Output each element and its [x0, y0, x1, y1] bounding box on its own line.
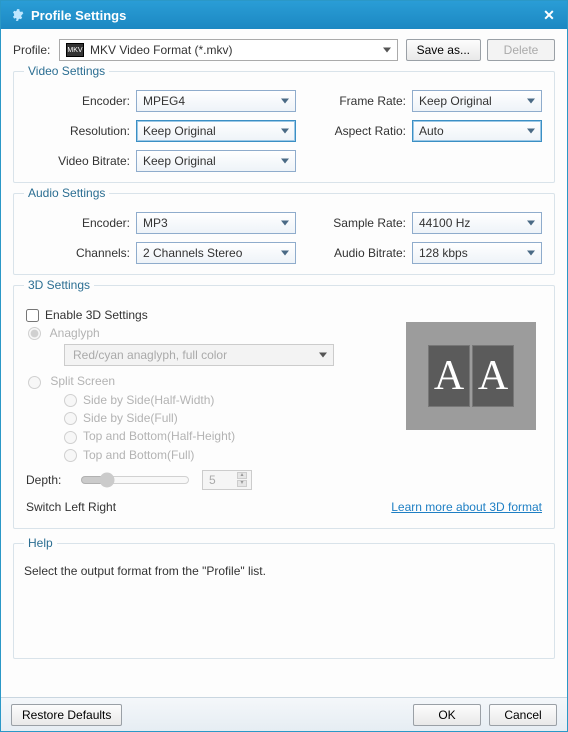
chevron-down-icon — [281, 159, 289, 164]
3d-settings-legend: 3D Settings — [24, 278, 94, 292]
help-group: Help Select the output format from the "… — [13, 543, 555, 659]
frame-rate-select[interactable]: Keep Original — [412, 90, 542, 112]
3d-settings-group: 3D Settings A A Enable 3D Settings Anagl… — [13, 285, 555, 529]
anaglyph-radio-input — [28, 327, 41, 340]
chevron-down-icon — [383, 48, 391, 53]
chevron-down-icon — [527, 221, 535, 226]
audio-settings-legend: Audio Settings — [24, 186, 109, 200]
video-encoder-select[interactable]: MPEG4 — [136, 90, 296, 112]
video-bitrate-select[interactable]: Keep Original — [136, 150, 296, 172]
footer: Restore Defaults OK Cancel — [1, 697, 567, 731]
enable-3d-checkbox[interactable]: Enable 3D Settings — [26, 308, 542, 322]
audio-bitrate-select[interactable]: 128 kbps — [412, 242, 542, 264]
sample-rate-select[interactable]: 44100 Hz — [412, 212, 542, 234]
chevron-down-icon — [527, 129, 535, 134]
close-button[interactable]: ✕ — [539, 5, 559, 25]
video-encoder-label: Encoder: — [26, 94, 136, 108]
settings-icon — [9, 7, 25, 23]
chevron-down-icon — [281, 221, 289, 226]
restore-defaults-button[interactable]: Restore Defaults — [11, 704, 122, 726]
video-settings-legend: Video Settings — [24, 64, 109, 78]
preview-left-glyph: A — [428, 345, 470, 407]
frame-rate-label: Frame Rate: — [312, 94, 412, 108]
save-as-button[interactable]: Save as... — [406, 39, 481, 61]
chevron-down-icon — [319, 353, 327, 358]
tab-half-radio: Top and Bottom(Half-Height) — [64, 429, 542, 443]
sample-rate-label: Sample Rate: — [312, 216, 412, 230]
channels-select[interactable]: 2 Channels Stereo — [136, 242, 296, 264]
audio-settings-group: Audio Settings Encoder: MP3 Sample Rate:… — [13, 193, 555, 275]
audio-encoder-select[interactable]: MP3 — [136, 212, 296, 234]
aspect-ratio-select[interactable]: Auto — [412, 120, 542, 142]
window-title: Profile Settings — [31, 8, 539, 23]
learn-more-3d-link[interactable]: Learn more about 3D format — [391, 500, 542, 514]
split-screen-radio-input — [28, 376, 41, 389]
profile-row: Profile: MKV MKV Video Format (*.mkv) Sa… — [13, 39, 555, 61]
profile-label: Profile: — [13, 43, 59, 57]
resolution-select[interactable]: Keep Original — [136, 120, 296, 142]
video-settings-group: Video Settings Encoder: MPEG4 Frame Rate… — [13, 71, 555, 183]
video-bitrate-label: Video Bitrate: — [26, 154, 136, 168]
content-area: Profile: MKV MKV Video Format (*.mkv) Sa… — [1, 29, 567, 697]
3d-preview-box: A A — [406, 322, 536, 430]
split-screen-radio: Split Screen — [28, 374, 115, 388]
depth-slider — [80, 472, 190, 488]
preview-right-glyph: A — [472, 345, 514, 407]
profile-settings-window: Profile Settings ✕ Profile: MKV MKV Vide… — [0, 0, 568, 732]
anaglyph-radio: Anaglyph — [28, 326, 100, 340]
help-legend: Help — [24, 536, 57, 550]
help-text: Select the output format from the "Profi… — [24, 564, 544, 578]
chevron-down-icon — [527, 251, 535, 256]
depth-spinner: 5 ▴▾ — [202, 470, 252, 490]
audio-encoder-label: Encoder: — [26, 216, 136, 230]
cancel-button[interactable]: Cancel — [489, 704, 557, 726]
switch-left-right-label: Switch Left Right — [26, 500, 116, 514]
chevron-down-icon — [281, 99, 289, 104]
titlebar: Profile Settings ✕ — [1, 1, 567, 29]
audio-bitrate-label: Audio Bitrate: — [312, 246, 412, 260]
tab-full-radio: Top and Bottom(Full) — [64, 448, 542, 462]
delete-button: Delete — [487, 39, 555, 61]
anaglyph-mode-select: Red/cyan anaglyph, full color — [64, 344, 334, 366]
3d-preview: A A — [406, 322, 536, 430]
profile-select[interactable]: MKV MKV Video Format (*.mkv) — [59, 39, 398, 61]
ok-button[interactable]: OK — [413, 704, 481, 726]
channels-label: Channels: — [26, 246, 136, 260]
enable-3d-input[interactable] — [26, 309, 39, 322]
chevron-down-icon — [527, 99, 535, 104]
profile-value: MKV Video Format (*.mkv) — [90, 43, 232, 57]
aspect-ratio-label: Aspect Ratio: — [312, 124, 412, 138]
chevron-down-icon — [281, 129, 289, 134]
mkv-icon: MKV — [66, 43, 84, 57]
depth-label: Depth: — [26, 473, 80, 487]
chevron-down-icon — [281, 251, 289, 256]
resolution-label: Resolution: — [26, 124, 136, 138]
